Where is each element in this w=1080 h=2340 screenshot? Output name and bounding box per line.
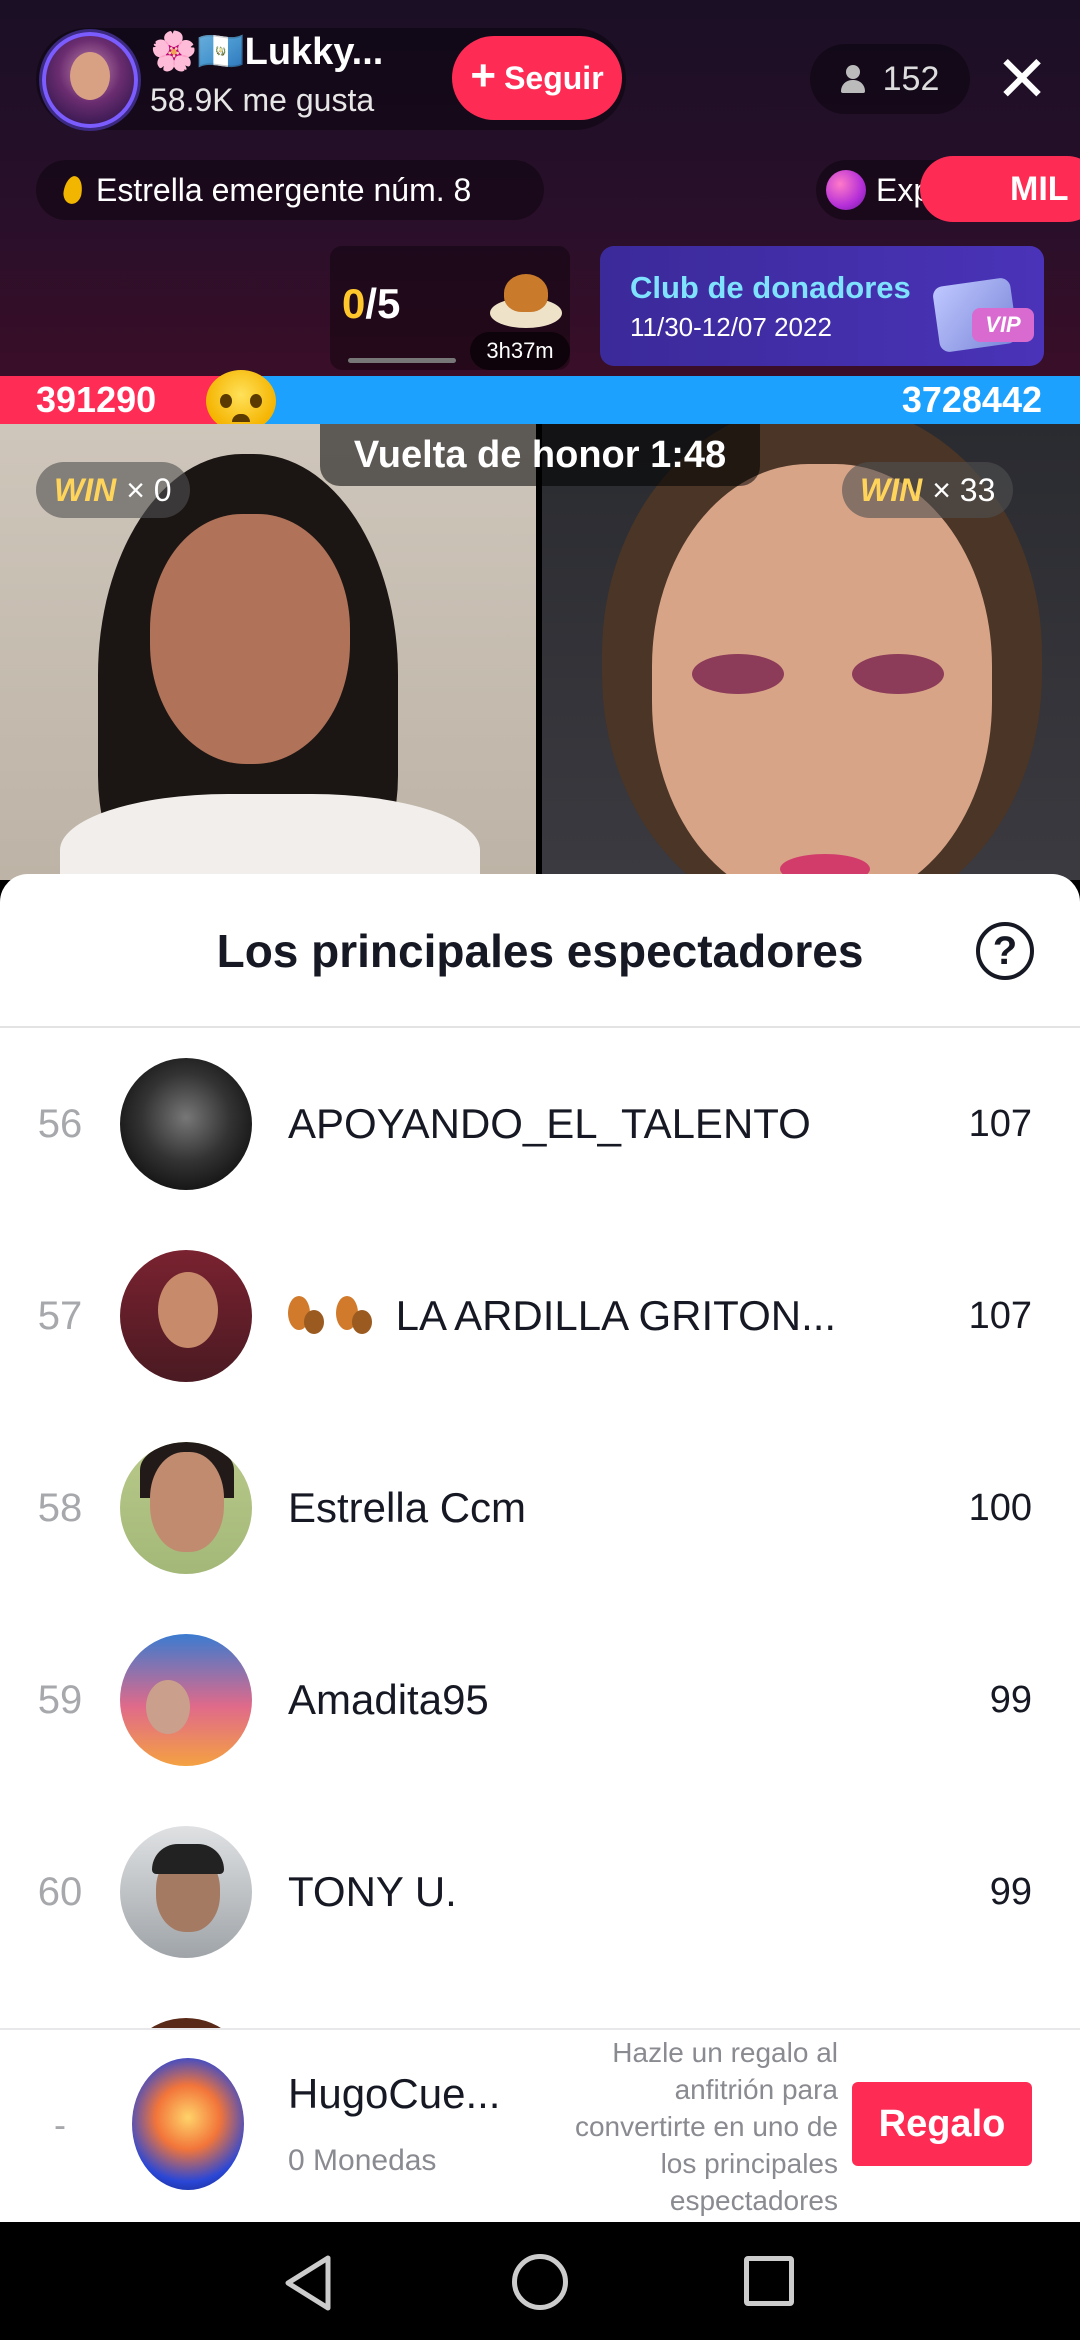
avatar[interactable] [120, 1634, 252, 1766]
list-item[interactable]: 59 Amadita95 99 [0, 1604, 1080, 1796]
battle-score-right: 3728442 [901, 379, 1042, 420]
viewer-name: Estrella Ccm [288, 1484, 527, 1531]
win-label-right: WIN [860, 471, 923, 508]
win-count-right: × 33 [932, 471, 996, 508]
victory-lap-timer: Vuelta de honor 1:48 [320, 424, 760, 486]
win-label-left: WIN [54, 471, 117, 508]
my-avatar[interactable] [132, 2058, 244, 2190]
battle-score-left: 391290 [36, 379, 157, 420]
gift-goal-count: 0/5 [342, 280, 400, 328]
help-icon[interactable]: ? [976, 922, 1034, 980]
viewer-name: TONY U. [288, 1868, 457, 1915]
viewer-name: LA ARDILLA GRITON... [395, 1292, 837, 1339]
host-likes: 58.9K me gusta [150, 82, 375, 118]
close-icon[interactable]: ✕ [990, 44, 1054, 114]
viewer-rank: 60 [37, 1870, 83, 1914]
viewer-rank: 58 [37, 1486, 83, 1530]
follow-button[interactable]: + Seguir [452, 36, 622, 120]
rank-badge[interactable]: Estrella emergente núm. 8 [36, 160, 544, 220]
follow-label: Seguir [504, 59, 604, 96]
win-count-left: × 0 [126, 471, 172, 508]
back-icon[interactable] [282, 2254, 334, 2312]
viewer-rank: 59 [37, 1678, 83, 1722]
my-rank: - [54, 2104, 66, 2145]
list-item[interactable]: 57 LA ARDILLA GRITON... 107 [0, 1220, 1080, 1412]
sheet-title: Los principales espectadores [216, 925, 864, 977]
viewer-name: APOYANDO_EL_TALENTO [288, 1100, 811, 1147]
list-item[interactable]: 60 TONY U. 99 [0, 1796, 1080, 1988]
squirrel-icon [288, 1296, 328, 1336]
viewer-name-wrap: LA ARDILLA GRITON... [288, 1220, 836, 1412]
home-icon[interactable] [512, 2254, 568, 2310]
list-item[interactable]: 58 Estrella Ccm 100 [0, 1412, 1080, 1604]
gift-goal-timer: 3h37m [470, 332, 570, 370]
viewer-count[interactable]: 152 [810, 44, 970, 114]
my-coins: 0 Monedas [288, 2144, 437, 2177]
gift-goal-total: /5 [365, 280, 401, 327]
donor-club-title: Club de donadores [630, 270, 911, 305]
host-name[interactable]: 🌸🇬🇹Lukky... [150, 30, 383, 74]
viewer-rank: 56 [37, 1102, 83, 1146]
viewer-rank: 57 [37, 1294, 83, 1338]
vip-label: VIP [972, 308, 1034, 342]
viewer-score: 99 [989, 1871, 1032, 1913]
viewer-count-value: 152 [882, 59, 940, 98]
host-avatar[interactable] [42, 32, 138, 128]
gift-goal-progress [348, 358, 456, 363]
recents-icon[interactable] [744, 2256, 794, 2306]
viewer-score: 107 [968, 1103, 1032, 1145]
plus-icon: + [470, 51, 497, 100]
avatar[interactable] [120, 1250, 252, 1382]
avatar[interactable] [120, 1442, 252, 1574]
top-viewers-sheet: Los principales espectadores ? 56 APOYAN… [0, 874, 1080, 2222]
list-item[interactable]: 56 APOYANDO_EL_TALENTO 107 [0, 1028, 1080, 1220]
gift-image [488, 262, 564, 332]
flame-icon [61, 174, 85, 206]
rank-badge-label: Estrella emergente núm. 8 [96, 171, 472, 208]
viewer-score: 99 [989, 1679, 1032, 1721]
win-badge-right: WIN × 33 [842, 462, 1014, 518]
person-icon [840, 65, 865, 93]
gift-goal-current: 0 [342, 280, 366, 327]
gift-hint: Hazle un regalo al anfitrión para conver… [574, 2037, 838, 2216]
viewer-name: Amadita95 [288, 1676, 489, 1723]
crying-emoji-icon [206, 370, 276, 432]
viewer-score: 107 [968, 1295, 1032, 1337]
vip-gift-icon: VIP [920, 258, 1036, 358]
promo-pill[interactable]: MIL [920, 156, 1080, 222]
donor-club-dates: 11/30-12/07 2022 [630, 312, 832, 342]
squirrel-icon [336, 1296, 376, 1336]
my-name: HugoCue... [288, 2070, 501, 2117]
avatar[interactable] [120, 1826, 252, 1958]
gift-button[interactable]: Regalo [852, 2082, 1032, 2166]
viewer-score: 100 [968, 1487, 1032, 1529]
avatar[interactable] [120, 1058, 252, 1190]
win-badge-left: WIN × 0 [36, 462, 190, 518]
planet-icon [826, 170, 866, 210]
